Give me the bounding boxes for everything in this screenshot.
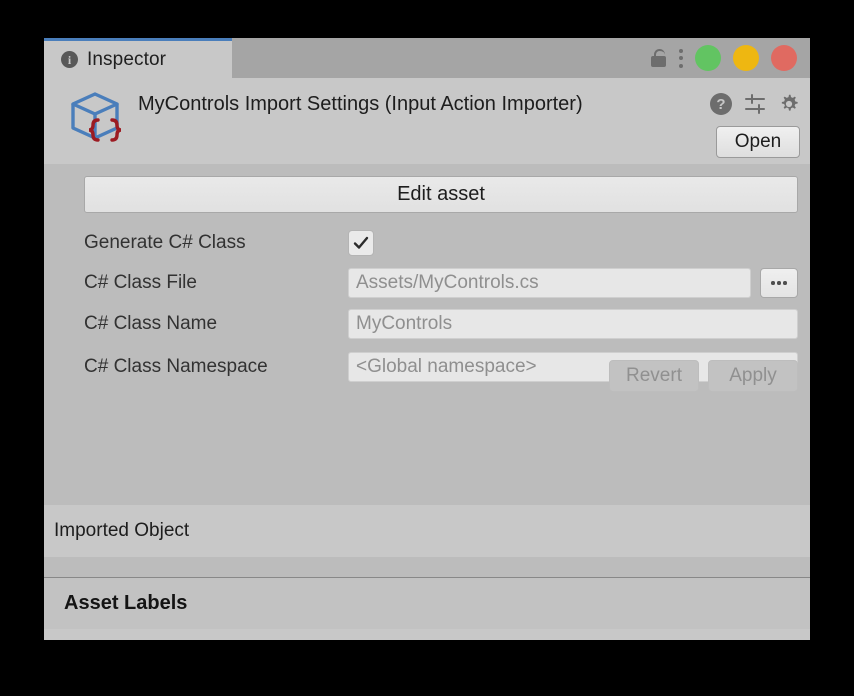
window-button-red[interactable] xyxy=(771,45,797,71)
help-icon[interactable]: ? xyxy=(710,93,732,115)
preset-sliders-icon[interactable] xyxy=(744,93,766,115)
import-settings-panel: Edit asset Generate C# Class C# Class Fi… xyxy=(44,164,810,505)
tab-inspector-label: Inspector xyxy=(87,49,166,71)
imported-object-label: Imported Object xyxy=(54,520,189,542)
field-row-class-file: C# Class File Assets/MyControls.cs xyxy=(84,266,798,300)
label-class-name: C# Class Name xyxy=(84,313,348,335)
asset-labels-label: Asset Labels xyxy=(64,592,187,615)
label-generate-class: Generate C# Class xyxy=(84,232,348,254)
window-button-green[interactable] xyxy=(695,45,721,71)
lock-icon[interactable] xyxy=(651,49,666,67)
tab-inspector[interactable]: i Inspector xyxy=(44,38,232,78)
header-icon-group: ? xyxy=(710,93,800,115)
field-row-class-name: C# Class Name MyControls xyxy=(84,307,798,341)
revert-button[interactable]: Revert xyxy=(609,360,699,392)
generate-class-checkbox[interactable] xyxy=(348,230,374,256)
info-icon: i xyxy=(61,51,78,68)
input-action-asset-icon xyxy=(66,87,126,147)
action-button-group: Revert Apply xyxy=(609,360,798,392)
apply-button[interactable]: Apply xyxy=(708,360,798,392)
page-title: MyControls Import Settings (Input Action… xyxy=(138,93,583,116)
label-class-file: C# Class File xyxy=(84,272,348,294)
edit-asset-button[interactable]: Edit asset xyxy=(84,176,798,213)
section-gap xyxy=(44,557,810,577)
label-class-namespace: C# Class Namespace xyxy=(84,356,348,378)
asset-labels-section[interactable]: Asset Labels xyxy=(44,577,810,629)
class-name-input[interactable]: MyControls xyxy=(348,309,798,339)
gear-icon[interactable] xyxy=(778,93,800,115)
inspector-window: i Inspector xyxy=(44,38,810,640)
open-button[interactable]: Open xyxy=(716,126,800,158)
class-file-input[interactable]: Assets/MyControls.cs xyxy=(348,268,751,298)
field-row-generate-class: Generate C# Class xyxy=(84,226,798,260)
asset-header: MyControls Import Settings (Input Action… xyxy=(44,78,810,164)
tab-bar: i Inspector xyxy=(44,38,810,78)
window-button-yellow[interactable] xyxy=(733,45,759,71)
imported-object-section[interactable]: Imported Object xyxy=(44,505,810,557)
browse-button[interactable] xyxy=(760,268,798,298)
kebab-menu-icon[interactable] xyxy=(678,49,683,68)
window-controls xyxy=(651,38,797,78)
